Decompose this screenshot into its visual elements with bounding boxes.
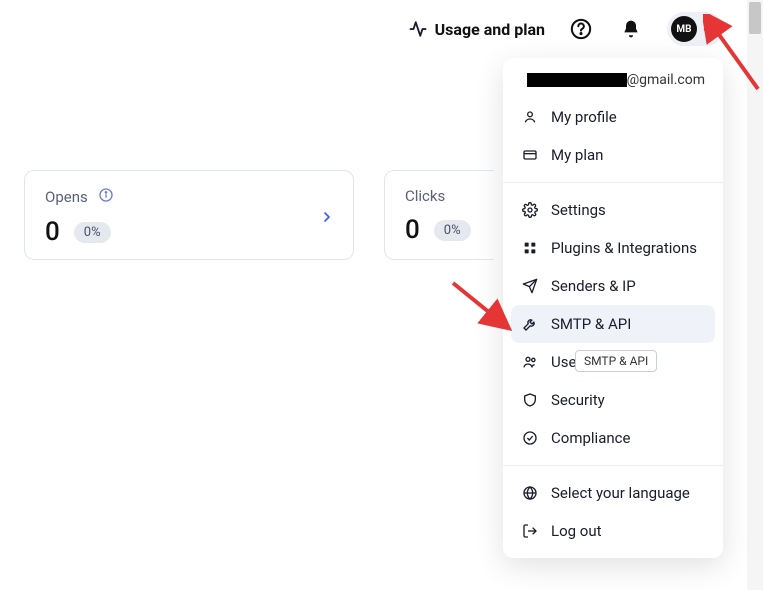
email-suffix: @gmail.com xyxy=(627,72,705,88)
account-email: @gmail.com xyxy=(503,72,723,98)
menu-logout[interactable]: Log out xyxy=(503,512,723,550)
menu-label: Senders & IP xyxy=(551,277,636,295)
redacted-email-prefix xyxy=(527,73,627,87)
avatar: MB xyxy=(671,16,697,42)
clicks-title: Clicks xyxy=(405,187,445,205)
check-circle-icon xyxy=(521,429,539,447)
menu-language[interactable]: Select your language xyxy=(503,474,723,512)
gear-icon xyxy=(521,201,539,219)
account-dropdown: @gmail.com My profile My plan Settings P… xyxy=(503,58,723,558)
menu-label: Security xyxy=(551,391,605,409)
stats-cards: Opens 0 0% Clicks 0 0% xyxy=(24,170,494,260)
menu-label: SMTP & API xyxy=(551,315,631,333)
menu-security[interactable]: Security xyxy=(503,381,723,419)
chevron-right-icon xyxy=(319,209,335,229)
menu-label: My profile xyxy=(551,108,617,126)
opens-card[interactable]: Opens 0 0% xyxy=(24,170,354,260)
opens-title: Opens xyxy=(45,188,88,206)
help-button[interactable] xyxy=(567,15,595,43)
users-icon xyxy=(521,353,539,371)
clicks-card[interactable]: Clicks 0 0% xyxy=(384,170,494,260)
usage-and-plan-label: Usage and plan xyxy=(435,20,545,39)
menu-plugins[interactable]: Plugins & Integrations xyxy=(503,229,723,267)
menu-smtp-api[interactable]: SMTP & API xyxy=(511,305,715,343)
info-icon xyxy=(98,187,114,207)
menu-label: My plan xyxy=(551,146,603,164)
menu-label: Settings xyxy=(551,201,606,219)
clicks-pct: 0% xyxy=(434,220,471,241)
opens-pct: 0% xyxy=(74,222,111,243)
annotation-arrow-icon xyxy=(703,14,763,94)
menu-separator xyxy=(503,182,723,183)
grid-icon xyxy=(521,239,539,257)
activity-icon xyxy=(409,20,427,38)
avatar-initials: MB xyxy=(676,24,691,35)
person-icon xyxy=(521,108,539,126)
menu-compliance[interactable]: Compliance xyxy=(503,419,723,457)
menu-label: Select your language xyxy=(551,484,690,502)
menu-my-profile[interactable]: My profile xyxy=(503,98,723,136)
menu-label: Log out xyxy=(551,522,602,540)
menu-label: Compliance xyxy=(551,429,630,447)
topbar: Usage and plan MB xyxy=(409,12,723,46)
logout-icon xyxy=(521,522,539,540)
menu-label: Plugins & Integrations xyxy=(551,239,697,257)
opens-value: 0 xyxy=(45,217,60,247)
menu-my-plan[interactable]: My plan xyxy=(503,136,723,174)
menu-separator xyxy=(503,465,723,466)
wrench-icon xyxy=(521,315,539,333)
menu-settings[interactable]: Settings xyxy=(503,191,723,229)
send-icon xyxy=(521,277,539,295)
globe-icon xyxy=(521,484,539,502)
notifications-button[interactable] xyxy=(617,15,645,43)
clicks-value: 0 xyxy=(405,215,420,245)
shield-icon xyxy=(521,391,539,409)
card-icon xyxy=(521,146,539,164)
tooltip-text: SMTP & API xyxy=(584,354,648,368)
menu-senders[interactable]: Senders & IP xyxy=(503,267,723,305)
tooltip: SMTP & API xyxy=(575,350,657,372)
usage-and-plan-link[interactable]: Usage and plan xyxy=(409,20,545,39)
annotation-arrow-icon xyxy=(448,278,518,338)
